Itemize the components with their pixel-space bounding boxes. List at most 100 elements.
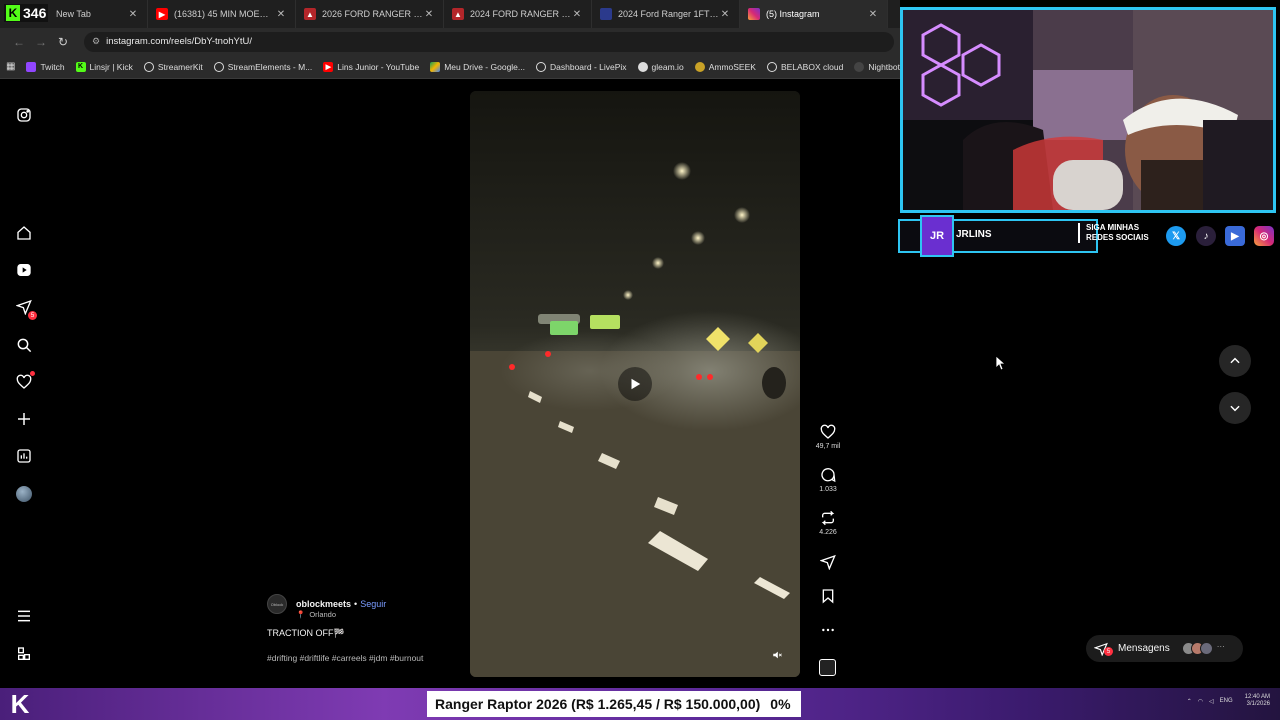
- create-plus-icon[interactable]: [14, 409, 34, 429]
- bookmark-belabox[interactable]: BELABOX cloud: [766, 61, 843, 72]
- tab-youtube[interactable]: ▶ (16381) 45 MIN MOENDO ✕: [148, 0, 296, 28]
- messages-label: Mensagens: [1118, 643, 1170, 654]
- stream-bottom-bar: K Ranger Raptor 2026 (R$ 1.265,45 / R$ 1…: [0, 688, 1280, 720]
- close-icon[interactable]: ✕: [127, 9, 139, 20]
- bookmark-streamerkit[interactable]: StreamerKit: [143, 61, 203, 72]
- bookmark-youtube[interactable]: ▶ Lins Junior - YouTube: [323, 61, 419, 72]
- instagram-logo-icon[interactable]: [14, 105, 34, 125]
- messages-button[interactable]: 5 Mensagens ⋯: [1086, 635, 1243, 662]
- play-button[interactable]: [618, 367, 652, 401]
- reels-icon[interactable]: [14, 260, 34, 280]
- tab-instagram[interactable]: (5) Instagram ✕: [740, 0, 888, 28]
- ford-icon: ▲: [452, 8, 464, 20]
- close-icon[interactable]: ✕: [867, 9, 879, 20]
- address-bar-row: ← → ↻ ⚙ instagram.com/reels/DbY-tnohYtU/: [0, 28, 900, 55]
- reel-caption: Oblock oblockmeets • Seguir 📍 Orlando TR…: [267, 594, 467, 663]
- home-icon[interactable]: [14, 223, 34, 243]
- previous-reel-button[interactable]: [1219, 345, 1251, 377]
- like-action[interactable]: 49,7 mil: [812, 424, 844, 450]
- follow-socials-text: SIGA MINHAS REDES SOCIAIS: [1078, 223, 1149, 243]
- heart-icon: [820, 424, 836, 439]
- apps-grid-icon[interactable]: ▦: [6, 61, 15, 72]
- notifications-heart-icon[interactable]: [14, 371, 35, 392]
- tiktok-icon: ♪: [1196, 226, 1216, 246]
- author-username[interactable]: oblockmeets: [296, 599, 351, 609]
- tab-ford-2[interactable]: ▲ 2024 FORD RANGER RAPTOR ✕: [444, 0, 592, 28]
- bookmark-drive[interactable]: Meu Drive - Google...: [430, 61, 525, 72]
- kick-viewer-count: 346: [23, 5, 47, 21]
- volume-icon[interactable]: ◁: [1209, 698, 1214, 705]
- follow-button[interactable]: Seguir: [360, 599, 386, 609]
- caption-text: TRACTION OFF🏁: [267, 628, 345, 638]
- close-icon[interactable]: ✕: [719, 9, 731, 20]
- bookmark-gleam[interactable]: gleam.io: [637, 61, 684, 72]
- back-arrow-icon[interactable]: ←: [8, 32, 30, 52]
- globe-icon: [766, 61, 777, 72]
- nightbot-icon: [854, 61, 865, 72]
- location-row[interactable]: 📍 Orlando: [296, 610, 467, 619]
- comment-icon: [821, 468, 836, 483]
- bookmark-twitch[interactable]: Twitch: [26, 61, 65, 72]
- share-action[interactable]: [812, 554, 844, 570]
- comment-action[interactable]: 1.033: [812, 467, 844, 493]
- close-icon[interactable]: ✕: [275, 9, 287, 20]
- tray-date: 3/1/2026: [1246, 701, 1270, 707]
- bookmark-icon: [822, 589, 834, 604]
- bookmark-kick[interactable]: K Linsjr | Kick: [75, 61, 133, 72]
- avatar: [1199, 642, 1213, 655]
- tab-ford-3[interactable]: 2024 Ford Ranger 1FTER4L ✕: [592, 0, 740, 28]
- close-icon[interactable]: ✕: [423, 9, 435, 20]
- close-icon[interactable]: ✕: [571, 9, 583, 20]
- dashboard-chart-icon[interactable]: [14, 446, 34, 466]
- bookmark-label: gleam.io: [651, 61, 684, 72]
- goal-percent: 0%: [770, 696, 791, 712]
- save-action[interactable]: [812, 588, 844, 604]
- screen: K 346 New Tab ✕ ▶ (16381) 45 MIN MOENDO …: [0, 0, 1280, 720]
- comment-count: 1.033: [819, 486, 837, 493]
- tab-ford-1[interactable]: ▲ 2026 FORD RANGER RAPTOR ✕: [296, 0, 444, 28]
- browser-tab-strip: K 346 New Tab ✕ ▶ (16381) 45 MIN MOENDO …: [0, 0, 900, 28]
- notification-dot: [30, 371, 35, 376]
- tray-icon[interactable]: ⌃: [1187, 698, 1192, 705]
- author-avatar[interactable]: Oblock: [267, 594, 287, 614]
- bookmark-ammoseek[interactable]: AmmoSEEK: [694, 61, 756, 72]
- bookmark-livepix[interactable]: Dashboard - LivePix: [536, 61, 627, 72]
- hashtags-text[interactable]: #drifting #driftlife #carreels #jdm #bur…: [267, 653, 467, 663]
- tab-label: 2026 FORD RANGER RAPTOR: [322, 9, 423, 19]
- streamer-logo: JR: [920, 215, 954, 257]
- webcam-feed-image: [903, 10, 1273, 210]
- repost-action[interactable]: 4.226: [812, 510, 844, 536]
- location-pin-icon: 📍: [296, 610, 306, 619]
- google-drive-icon: [430, 61, 441, 72]
- profile-avatar[interactable]: [14, 484, 34, 504]
- more-options-action[interactable]: [812, 622, 844, 638]
- search-icon[interactable]: [14, 335, 34, 355]
- tab-label: (16381) 45 MIN MOENDO: [174, 9, 275, 19]
- tab-label: 2024 FORD RANGER RAPTOR: [470, 9, 571, 19]
- globe-icon: [143, 61, 154, 72]
- more-menu-icon[interactable]: [14, 606, 34, 626]
- bookmark-label: StreamElements - M...: [227, 61, 313, 72]
- tray-lang[interactable]: ENG: [1220, 698, 1233, 704]
- bookmark-nightbot[interactable]: Nightbot - Comm: [854, 61, 900, 72]
- youtube-icon: ▶: [1225, 226, 1245, 246]
- ammoseek-icon: [694, 61, 705, 72]
- tray-clock[interactable]: 12:40 AM 3/1/2026: [1239, 694, 1270, 708]
- also-from-meta-icon[interactable]: [14, 644, 34, 664]
- bookmark-streamelements[interactable]: StreamElements - M...: [213, 61, 313, 72]
- chevron-up-icon: [1230, 357, 1240, 364]
- reel-video[interactable]: [470, 91, 800, 677]
- reload-icon[interactable]: ↻: [52, 32, 74, 52]
- bookmark-label: Nightbot - Comm: [868, 61, 900, 72]
- forward-arrow-icon[interactable]: →: [30, 32, 52, 52]
- globe-icon: [536, 61, 546, 72]
- instagram-sidebar: 5: [0, 79, 48, 688]
- wifi-icon[interactable]: ◠: [1198, 698, 1203, 705]
- site-info-icon[interactable]: ⚙: [92, 36, 100, 47]
- play-icon: [631, 378, 641, 390]
- direct-messages-icon[interactable]: 5: [14, 297, 37, 320]
- url-input[interactable]: ⚙ instagram.com/reels/DbY-tnohYtU/: [84, 31, 894, 52]
- next-reel-button[interactable]: [1219, 392, 1251, 424]
- audio-thumbnail[interactable]: [819, 659, 836, 676]
- mute-toggle-icon[interactable]: [772, 647, 786, 661]
